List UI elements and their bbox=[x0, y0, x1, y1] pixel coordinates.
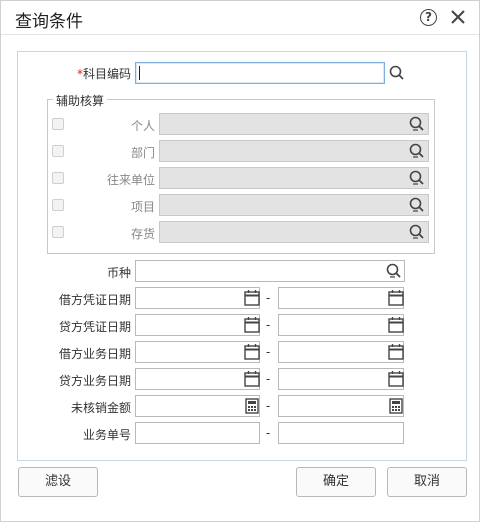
dialog-title: 查询条件 bbox=[15, 12, 83, 32]
cancel-button[interactable]: 取消 bbox=[387, 467, 467, 497]
currency-input[interactable] bbox=[135, 260, 405, 282]
calendar-icon[interactable] bbox=[242, 342, 262, 362]
business-number-label: 业务单号 bbox=[82, 428, 131, 442]
business-number-from[interactable] bbox=[135, 422, 260, 444]
ok-button[interactable]: 确定 bbox=[296, 467, 376, 497]
calendar-icon[interactable] bbox=[386, 315, 406, 335]
calendar-icon[interactable] bbox=[386, 342, 406, 362]
aux-checkbox-project[interactable] bbox=[52, 199, 64, 211]
range-separator: - bbox=[266, 291, 271, 305]
lookup-icon[interactable] bbox=[407, 222, 427, 242]
aux-checkbox-partner[interactable] bbox=[52, 172, 64, 184]
calendar-icon[interactable] bbox=[242, 369, 262, 389]
lookup-icon[interactable] bbox=[407, 168, 427, 188]
lookup-icon[interactable] bbox=[407, 195, 427, 215]
lookup-icon[interactable] bbox=[407, 114, 427, 134]
aux-label-inventory: 存货 bbox=[130, 227, 155, 241]
debit-voucher-date-label: 借方凭证日期 bbox=[58, 293, 131, 307]
aux-checkbox-person[interactable] bbox=[52, 118, 64, 130]
calendar-icon[interactable] bbox=[242, 315, 262, 335]
currency-label: 币种 bbox=[106, 266, 131, 280]
debit-business-date-label: 借方业务日期 bbox=[58, 347, 131, 361]
calendar-icon[interactable] bbox=[242, 288, 262, 308]
aux-input-department[interactable] bbox=[159, 140, 429, 162]
lookup-icon[interactable] bbox=[407, 141, 427, 161]
aux-input-person[interactable] bbox=[159, 113, 429, 135]
search-icon[interactable] bbox=[387, 63, 407, 83]
aux-checkbox-department[interactable] bbox=[52, 145, 64, 157]
calculator-icon[interactable] bbox=[386, 396, 406, 416]
range-separator: - bbox=[266, 399, 271, 413]
dialog-titlebar: 查询条件 ? bbox=[1, 1, 479, 35]
close-icon[interactable] bbox=[448, 6, 468, 28]
lookup-icon[interactable] bbox=[384, 261, 404, 281]
text-cursor bbox=[139, 66, 140, 80]
query-conditions-dialog: 查询条件 ? *科目编码 辅助核算 个人 部门 往来单位 项目 存货 币种 借方… bbox=[0, 0, 480, 522]
filter-settings-button[interactable]: 滤设 bbox=[18, 467, 98, 497]
calendar-icon[interactable] bbox=[386, 288, 406, 308]
help-icon[interactable]: ? bbox=[420, 9, 437, 26]
range-separator: - bbox=[266, 372, 271, 386]
aux-accounting-legend: 辅助核算 bbox=[53, 92, 108, 109]
aux-input-partner[interactable] bbox=[159, 167, 429, 189]
aux-label-partner: 往来单位 bbox=[106, 173, 155, 187]
credit-voucher-date-label: 贷方凭证日期 bbox=[58, 320, 131, 334]
calendar-icon[interactable] bbox=[386, 369, 406, 389]
range-separator: - bbox=[266, 345, 271, 359]
aux-label-person: 个人 bbox=[130, 119, 155, 133]
calculator-icon[interactable] bbox=[242, 396, 262, 416]
credit-business-date-label: 贷方业务日期 bbox=[58, 374, 131, 388]
range-separator: - bbox=[266, 318, 271, 332]
business-number-to[interactable] bbox=[278, 422, 404, 444]
aux-input-inventory[interactable] bbox=[159, 221, 429, 243]
subject-code-input[interactable] bbox=[135, 62, 385, 84]
aux-input-project[interactable] bbox=[159, 194, 429, 216]
aux-label-department: 部门 bbox=[130, 146, 155, 160]
aux-checkbox-inventory[interactable] bbox=[52, 226, 64, 238]
unwritten-off-amount-label: 未核销金额 bbox=[70, 401, 131, 415]
range-separator: - bbox=[266, 426, 271, 440]
subject-code-label: *科目编码 bbox=[76, 67, 131, 81]
aux-label-project: 项目 bbox=[130, 200, 155, 214]
